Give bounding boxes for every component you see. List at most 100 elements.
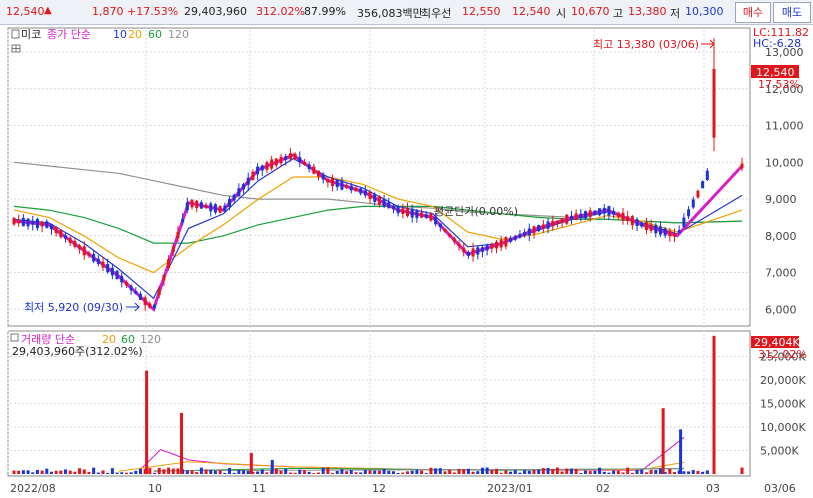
candle-body [45, 221, 49, 228]
volume-bar [340, 469, 344, 474]
current-pct-label: 17.53% [758, 78, 800, 91]
volume-bar [256, 471, 260, 474]
volume-bar [593, 470, 597, 474]
volume-bar [687, 471, 691, 474]
volume-bar [349, 470, 353, 474]
stock-chart[interactable]: 13,00012,00011,00010,0009,0008,0007,0006… [0, 24, 813, 498]
candle-body [687, 209, 691, 217]
price-change: 1,870 [92, 5, 124, 18]
volume-bar [640, 469, 644, 474]
volume-bar [668, 468, 672, 474]
volume-bar [509, 471, 513, 474]
price-legend-prefix: 종가 단순 [47, 28, 91, 41]
candle-body [129, 285, 133, 291]
candle-body [649, 224, 653, 231]
volume-bar [162, 469, 166, 474]
volume-bar [396, 472, 400, 474]
sell-button[interactable]: 매도 [773, 2, 811, 23]
volume-bar [64, 469, 68, 474]
ma-period-10: 10 [113, 28, 127, 41]
volume-bar [691, 469, 695, 474]
candle-body [513, 235, 517, 240]
candle-body [588, 210, 592, 217]
open-value: 10,670 [571, 5, 610, 18]
volume-bar [227, 467, 231, 474]
volume-bar [363, 470, 367, 474]
ma-period-20: 20 [128, 28, 142, 41]
last-candle-body [712, 68, 716, 138]
volume-bar [12, 470, 16, 474]
volume-bar [92, 467, 96, 474]
quote-header: 12,540 ▲ 1,870 +17.53% 29,403,960 312.02… [0, 0, 813, 25]
volume-bar [513, 470, 517, 474]
volume-bar [527, 470, 531, 474]
volume-bar [171, 468, 175, 474]
volume-bar [237, 470, 241, 474]
volume-bar [204, 469, 208, 474]
avg-price-annotation: 평균단가(0.00%) [434, 205, 518, 218]
stock-name-tab[interactable]: 미코 [21, 28, 41, 41]
volume-bar [658, 468, 662, 474]
candle-body [485, 245, 489, 251]
price-panel [7, 27, 751, 327]
candle-body [21, 218, 25, 227]
candle-body [279, 156, 283, 164]
low-value: 10,300 [685, 5, 724, 18]
candle-body [162, 274, 166, 281]
volume-bar [452, 472, 456, 474]
candle-body [368, 191, 372, 200]
volume-bar [495, 468, 499, 474]
candle-body [312, 166, 316, 174]
candle-body [223, 205, 227, 212]
volume-bar [110, 468, 114, 474]
volume-tick-label: 10,000K [760, 421, 806, 434]
candle-body [584, 211, 588, 219]
candle-body [569, 215, 573, 220]
buy-button[interactable]: 매수 [735, 2, 771, 23]
volume-bar [246, 470, 250, 474]
volume-bar [49, 471, 53, 474]
volume-bar [630, 472, 634, 474]
volume-bar [701, 471, 705, 474]
volume-bar [145, 370, 149, 474]
candle-body [106, 264, 110, 273]
candle-body [110, 267, 114, 276]
candle-body [115, 270, 119, 280]
volume-bar [560, 471, 564, 474]
candle-body [181, 218, 185, 223]
volume-bar [673, 472, 677, 474]
volume-bar [406, 471, 410, 474]
volume-bar [679, 429, 683, 474]
volume-bar [420, 470, 424, 474]
candle-body [64, 235, 68, 239]
volume-bar [124, 472, 128, 474]
candle-body [621, 212, 625, 221]
candle-body [359, 188, 363, 194]
candle-body [518, 234, 522, 238]
candle-body [640, 222, 644, 227]
candle-body [602, 207, 606, 214]
candle-body [59, 229, 63, 238]
volume-bar [485, 467, 489, 474]
candle-body [607, 206, 611, 216]
candle-body [668, 230, 672, 237]
candle-body [256, 166, 260, 175]
candle-body [654, 224, 658, 234]
candle-body [40, 221, 44, 227]
volume-bar [96, 472, 100, 474]
candle-body [218, 206, 222, 213]
high-value: 13,380 [628, 5, 667, 18]
candle-body [167, 259, 171, 268]
candle-body [565, 214, 569, 224]
candle-body [199, 202, 203, 209]
volume-ratio: 312.02% [256, 5, 305, 18]
volume-bar [232, 472, 236, 474]
candle-body [354, 187, 358, 192]
candle-body [335, 180, 339, 188]
volume-bar [480, 467, 484, 474]
volume-bar [424, 473, 428, 474]
volume-bar [223, 472, 227, 474]
candle-body [509, 237, 513, 242]
price-tick-label: 8,000 [765, 230, 797, 243]
volume-bar [148, 468, 152, 474]
